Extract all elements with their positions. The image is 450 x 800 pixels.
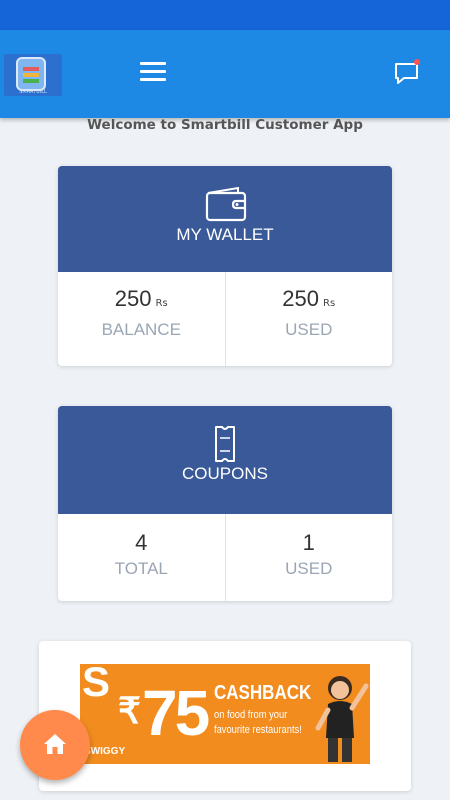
wallet-stats: 250 Rs BALANCE 250 Rs USED	[58, 272, 392, 366]
status-bar	[0, 0, 450, 30]
app-logo[interactable]: SMARTBILL	[4, 54, 62, 96]
logo-text: SMARTBILL	[19, 89, 47, 95]
promo-currency: ₹	[118, 690, 141, 731]
coupons-title: COUPONS	[182, 464, 268, 483]
wallet-balance: 250 Rs BALANCE	[58, 272, 225, 366]
promo-card[interactable]: S SWIGGY ₹ 75 CASHBACK on food from your…	[39, 641, 411, 791]
promo-line2: favourite restaurants!	[214, 724, 302, 736]
wallet-used: 250 Rs USED	[224, 272, 393, 366]
used-unit: Rs	[323, 298, 336, 309]
chat-icon[interactable]	[392, 58, 422, 88]
app-bar: SMARTBILL	[0, 30, 450, 118]
promo-brand: SWIGGY	[84, 746, 126, 757]
wallet-title: MY WALLET	[176, 225, 274, 244]
used-value: 250	[282, 286, 320, 311]
total-label: TOTAL	[114, 559, 168, 578]
coupons-total: 4 TOTAL	[58, 514, 225, 601]
wallet-card[interactable]: MY WALLET 250 Rs BALANCE 250 Rs USED	[58, 166, 392, 366]
promo-amount: 75	[142, 677, 210, 749]
balance-unit: Rs	[155, 298, 168, 309]
wallet-card-header: MY WALLET	[58, 166, 392, 272]
balance-label: BALANCE	[101, 320, 181, 339]
menu-icon[interactable]	[140, 62, 166, 86]
wallet-icon	[205, 186, 247, 222]
swiggy-logo-icon: S	[82, 664, 111, 705]
phone-logo-icon	[16, 57, 46, 91]
promo-headline: CASHBACK	[214, 682, 312, 704]
coupons-used: 1 USED	[224, 514, 393, 601]
home-icon	[44, 734, 66, 754]
coupons-used-label: USED	[285, 559, 333, 578]
coupon-icon	[215, 426, 235, 462]
coupons-used-value: 1	[302, 530, 315, 555]
mascot-illustration	[315, 676, 369, 762]
coupons-stats: 4 TOTAL 1 USED	[58, 514, 392, 601]
total-value: 4	[135, 530, 148, 555]
coupons-card[interactable]: COUPONS 4 TOTAL 1 USED	[58, 406, 392, 601]
balance-value: 250	[114, 286, 152, 311]
welcome-text: Welcome to Smartbill Customer App	[87, 117, 363, 133]
home-button[interactable]	[20, 710, 90, 780]
notification-dot	[414, 59, 420, 65]
promo-banner[interactable]: S SWIGGY ₹ 75 CASHBACK on food from your…	[80, 664, 370, 764]
coupons-card-header: COUPONS	[58, 406, 392, 514]
promo-line1: on food from your	[214, 709, 288, 721]
used-label: USED	[285, 320, 333, 339]
